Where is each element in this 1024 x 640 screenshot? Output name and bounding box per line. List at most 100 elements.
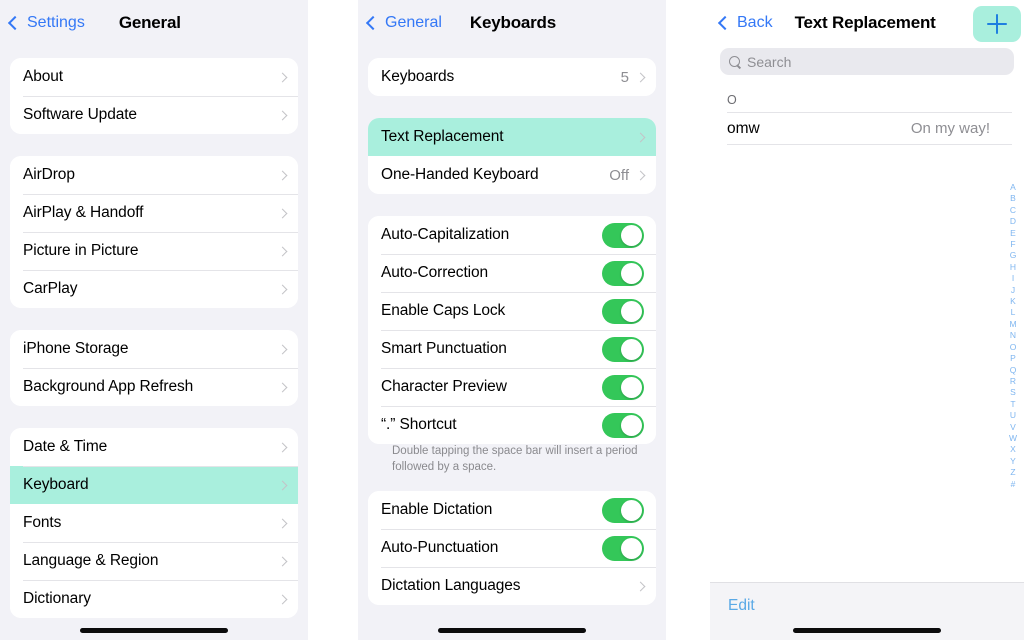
row-character-preview: Character Preview bbox=[368, 368, 656, 406]
index-letter[interactable]: # bbox=[1011, 479, 1016, 490]
index-letter[interactable]: D bbox=[1010, 216, 1016, 227]
row-label: Auto-Punctuation bbox=[381, 539, 499, 557]
back-button-general[interactable]: General bbox=[365, 14, 442, 32]
index-letter[interactable]: V bbox=[1010, 422, 1016, 433]
left-top-spacer bbox=[0, 46, 308, 58]
right-page-title: Text Replacement bbox=[794, 13, 936, 32]
toggle-auto-capitalization[interactable] bbox=[602, 222, 644, 248]
sidebar-item-software-update[interactable]: Software Update bbox=[10, 96, 298, 134]
search-input[interactable]: Search bbox=[720, 48, 1014, 75]
alphabet-index[interactable]: A B C D E F G H I J K L M N O P Q R S T U V W X Y Z # bbox=[1005, 182, 1021, 490]
sidebar-item-keyboard[interactable]: Keyboard bbox=[10, 466, 298, 504]
sidebar-item-picture-in-picture[interactable]: Picture in Picture bbox=[10, 232, 298, 270]
sidebar-item-iphone-storage[interactable]: iPhone Storage bbox=[10, 330, 298, 368]
dictation-group: Enable Dictation Auto-Punctuation Dictat… bbox=[368, 491, 656, 606]
chevron-right-icon bbox=[277, 284, 288, 294]
sidebar-item-airplay-handoff[interactable]: AirPlay & Handoff bbox=[10, 194, 298, 232]
chevron-right-icon bbox=[635, 132, 646, 142]
row-label: Software Update bbox=[23, 106, 137, 123]
search-icon bbox=[729, 55, 741, 68]
edit-button[interactable]: Edit bbox=[728, 597, 755, 614]
index-letter[interactable]: R bbox=[1010, 376, 1016, 387]
row-label: Auto-Capitalization bbox=[381, 226, 510, 243]
index-letter[interactable]: K bbox=[1010, 296, 1016, 307]
index-letter[interactable]: M bbox=[1009, 319, 1016, 330]
index-letter[interactable]: Z bbox=[1010, 467, 1015, 478]
index-letter[interactable]: A bbox=[1010, 182, 1016, 193]
search-placeholder: Search bbox=[747, 53, 792, 70]
toggle-period-shortcut[interactable] bbox=[602, 412, 644, 438]
back-button-label: Settings bbox=[27, 14, 85, 31]
back-button[interactable]: Back bbox=[717, 14, 773, 32]
sidebar-item-about[interactable]: About bbox=[10, 58, 298, 96]
index-letter[interactable]: C bbox=[1010, 205, 1016, 216]
chevron-right-icon bbox=[277, 556, 288, 566]
sidebar-item-date-time[interactable]: Date & Time bbox=[10, 428, 298, 466]
row-label: Keyboard bbox=[23, 476, 89, 493]
index-letter[interactable]: E bbox=[1010, 228, 1016, 239]
row-label: Picture in Picture bbox=[23, 242, 139, 259]
row-keyboards[interactable]: Keyboards 5 bbox=[368, 58, 656, 96]
toggle-knob bbox=[621, 224, 642, 246]
index-letter[interactable]: Q bbox=[1010, 365, 1017, 376]
home-indicator-mid bbox=[438, 628, 586, 633]
index-letter[interactable]: O bbox=[1010, 342, 1017, 353]
chevron-right-icon bbox=[635, 72, 646, 82]
index-letter[interactable]: P bbox=[1010, 353, 1016, 364]
section-header-o: O bbox=[710, 85, 1024, 112]
toggle-enable-dictation[interactable] bbox=[602, 497, 644, 523]
sidebar-item-dictionary[interactable]: Dictionary bbox=[10, 580, 298, 618]
row-one-handed-keyboard[interactable]: One-Handed Keyboard Off bbox=[368, 156, 656, 194]
toggle-knob bbox=[621, 414, 642, 436]
sidebar-item-airdrop[interactable]: AirDrop bbox=[10, 156, 298, 194]
toggle-enable-caps-lock[interactable] bbox=[602, 298, 644, 324]
chevron-right-icon bbox=[277, 246, 288, 256]
index-letter[interactable]: L bbox=[1011, 307, 1016, 318]
panel-divider-right bbox=[666, 0, 710, 640]
index-letter[interactable]: I bbox=[1012, 273, 1014, 284]
add-text-replacement-button[interactable] bbox=[973, 6, 1021, 42]
index-letter[interactable]: S bbox=[1010, 387, 1016, 398]
sidebar-item-language-region[interactable]: Language & Region bbox=[10, 542, 298, 580]
index-letter[interactable]: J bbox=[1011, 285, 1015, 296]
toggle-knob bbox=[621, 499, 642, 521]
chevron-right-icon bbox=[277, 442, 288, 452]
index-letter[interactable]: Y bbox=[1010, 456, 1016, 467]
row-label: About bbox=[23, 68, 64, 85]
index-letter[interactable]: U bbox=[1010, 410, 1016, 421]
row-period-shortcut: “.” Shortcut bbox=[368, 406, 656, 444]
row-label: Smart Punctuation bbox=[381, 340, 507, 357]
index-letter[interactable]: T bbox=[1010, 399, 1015, 410]
index-letter[interactable]: B bbox=[1010, 193, 1016, 204]
back-button-label: General bbox=[385, 14, 442, 31]
row-enable-dictation: Enable Dictation bbox=[368, 491, 656, 530]
row-dictation-languages[interactable]: Dictation Languages bbox=[368, 567, 656, 606]
row-label: Dictionary bbox=[23, 590, 91, 607]
chevron-right-icon bbox=[277, 72, 288, 82]
toggle-auto-correction[interactable] bbox=[602, 260, 644, 286]
index-letter[interactable]: X bbox=[1010, 444, 1016, 455]
row-text-replacement[interactable]: Text Replacement bbox=[368, 118, 656, 156]
index-letter[interactable]: W bbox=[1009, 433, 1017, 444]
sidebar-item-background-app-refresh[interactable]: Background App Refresh bbox=[10, 368, 298, 406]
index-letter[interactable]: N bbox=[1010, 330, 1016, 341]
index-letter[interactable]: G bbox=[1010, 250, 1017, 261]
sidebar-item-carplay[interactable]: CarPlay bbox=[10, 270, 298, 308]
row-label: “.” Shortcut bbox=[381, 416, 457, 433]
toggle-smart-punctuation[interactable] bbox=[602, 336, 644, 362]
toggle-auto-punctuation[interactable] bbox=[602, 535, 644, 561]
table-row[interactable]: omw On my way! bbox=[710, 112, 1024, 145]
chevron-right-icon bbox=[277, 594, 288, 604]
index-letter[interactable]: H bbox=[1010, 262, 1016, 273]
sidebar-item-fonts[interactable]: Fonts bbox=[10, 504, 298, 542]
row-label: One-Handed Keyboard bbox=[381, 166, 539, 183]
right-panel-text-replacement: Back Text Replacement Search O omw On my… bbox=[710, 0, 1024, 640]
row-auto-correction: Auto-Correction bbox=[368, 254, 656, 292]
shortcut-text: omw bbox=[727, 119, 760, 137]
toggle-character-preview[interactable] bbox=[602, 374, 644, 400]
back-button-settings[interactable]: Settings bbox=[7, 14, 85, 32]
row-label: Fonts bbox=[23, 514, 62, 531]
row-smart-punctuation: Smart Punctuation bbox=[368, 330, 656, 368]
toggle-knob bbox=[621, 338, 642, 360]
index-letter[interactable]: F bbox=[1010, 239, 1015, 250]
